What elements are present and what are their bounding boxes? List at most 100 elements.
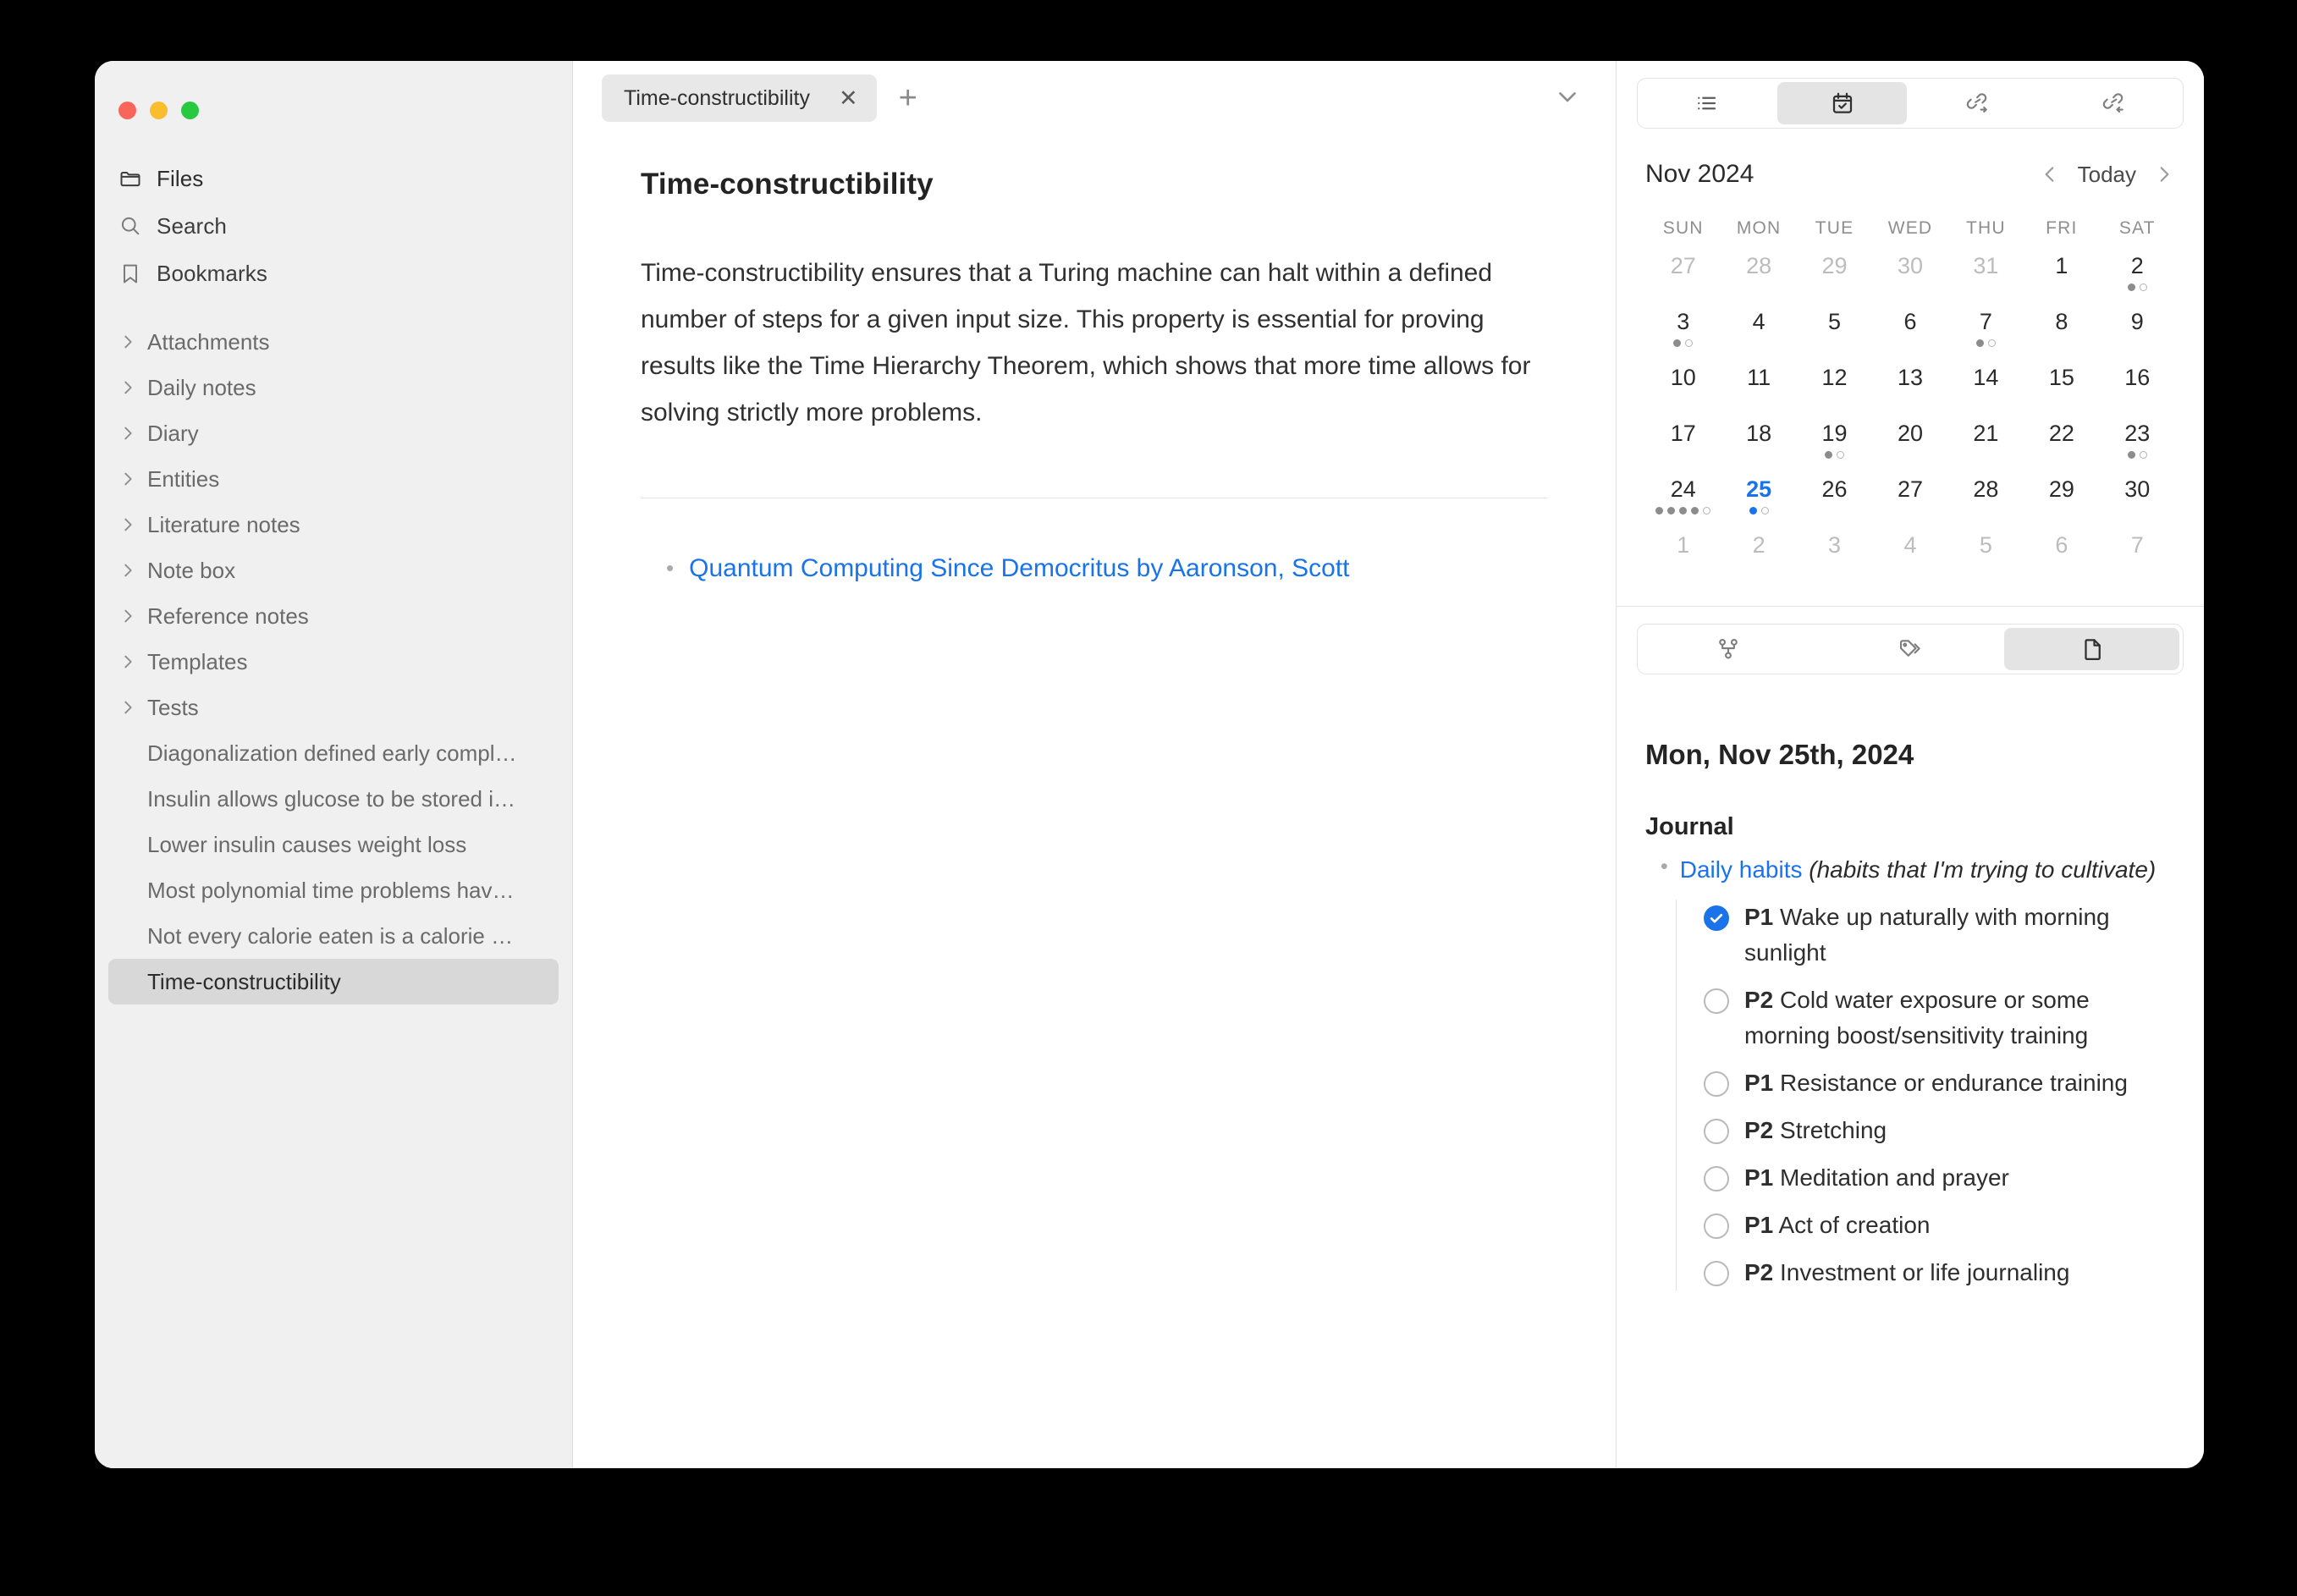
task-item[interactable]: P1 Resistance or endurance training bbox=[1704, 1065, 2175, 1101]
sidebar-folder-templates[interactable]: Templates bbox=[108, 639, 559, 685]
task-item[interactable]: P1 Meditation and prayer bbox=[1704, 1160, 2175, 1196]
sidebar-file-item[interactable]: Insulin allows glucose to be stored i… bbox=[108, 776, 559, 822]
journal-entry-note-text: (habits that I'm trying to cultivate) bbox=[1809, 856, 2157, 883]
calendar-day[interactable]: 12 bbox=[1797, 364, 1872, 420]
task-item[interactable]: P1 Act of creation bbox=[1704, 1208, 2175, 1243]
calendar-day[interactable]: 27 bbox=[1645, 252, 1721, 308]
checkbox-icon[interactable] bbox=[1704, 1261, 1729, 1287]
calendar-day[interactable]: 24 bbox=[1645, 476, 1721, 531]
calendar-day[interactable]: 5 bbox=[1948, 531, 2024, 587]
calendar-day[interactable]: 29 bbox=[1797, 252, 1872, 308]
sidebar-file-item[interactable]: Not every calorie eaten is a calorie … bbox=[108, 913, 559, 959]
sidebar-item-label: Bookmarks bbox=[157, 260, 267, 286]
calendar-day[interactable]: 3 bbox=[1797, 531, 1872, 587]
calendar-day[interactable]: 30 bbox=[1872, 252, 1947, 308]
calendar-day[interactable]: 29 bbox=[2024, 476, 2099, 531]
calendar-day[interactable]: 21 bbox=[1948, 420, 2024, 476]
tab-graph-view[interactable] bbox=[1641, 628, 1816, 670]
calendar-day[interactable]: 4 bbox=[1872, 531, 1947, 587]
sidebar-item-search[interactable]: Search bbox=[108, 202, 559, 250]
close-window-button[interactable] bbox=[118, 102, 136, 119]
tab-tags-view[interactable] bbox=[1823, 628, 1998, 670]
calendar-day-selected[interactable]: 25 bbox=[1721, 476, 1796, 531]
tab-incoming-links[interactable] bbox=[2050, 82, 2179, 124]
chevron-left-icon[interactable] bbox=[2039, 163, 2061, 185]
tab-document-view[interactable] bbox=[2004, 628, 2180, 670]
calendar-day[interactable]: 10 bbox=[1645, 364, 1721, 420]
calendar-day[interactable]: 8 bbox=[2024, 308, 2099, 364]
calendar-day[interactable]: 22 bbox=[2024, 420, 2099, 476]
reference-link[interactable]: Quantum Computing Since Democritus by Aa… bbox=[689, 554, 1349, 583]
sidebar-folder-tests[interactable]: Tests bbox=[108, 685, 559, 730]
calendar-day[interactable]: 6 bbox=[1872, 308, 1947, 364]
sidebar-folder-reference-notes[interactable]: Reference notes bbox=[108, 593, 559, 639]
calendar-day[interactable]: 15 bbox=[2024, 364, 2099, 420]
sidebar-folder-entities[interactable]: Entities bbox=[108, 456, 559, 502]
checkbox-checked-icon[interactable] bbox=[1704, 905, 1729, 932]
close-icon[interactable]: ✕ bbox=[839, 86, 858, 110]
checkbox-icon[interactable] bbox=[1704, 988, 1729, 1015]
calendar-day[interactable]: 30 bbox=[2100, 476, 2175, 531]
minimize-window-button[interactable] bbox=[150, 102, 168, 119]
daily-habits-link[interactable]: Daily habits bbox=[1680, 856, 1803, 883]
task-item[interactable]: P2 Investment or life journaling bbox=[1704, 1255, 2175, 1291]
calendar-day[interactable]: 13 bbox=[1872, 364, 1947, 420]
calendar-day[interactable]: 19 bbox=[1797, 420, 1872, 476]
checkbox-icon[interactable] bbox=[1704, 1119, 1729, 1145]
calendar-day[interactable]: 2 bbox=[2100, 252, 2175, 308]
zoom-window-button[interactable] bbox=[181, 102, 199, 119]
calendar-day[interactable]: 1 bbox=[2024, 252, 2099, 308]
document-paragraph: Time-constructibility ensures that a Tur… bbox=[641, 259, 1531, 427]
calendar-day[interactable]: 23 bbox=[2100, 420, 2175, 476]
calendar-day[interactable]: 18 bbox=[1721, 420, 1796, 476]
checkbox-icon[interactable] bbox=[1704, 1166, 1729, 1192]
task-item[interactable]: P1 Wake up naturally with morning sunlig… bbox=[1704, 900, 2175, 971]
sidebar-folder-daily-notes[interactable]: Daily notes bbox=[108, 365, 559, 410]
calendar-dot-filled bbox=[1667, 506, 1676, 515]
calendar-day[interactable]: 31 bbox=[1948, 252, 2024, 308]
calendar-day-dots bbox=[2127, 282, 2147, 292]
sidebar-file-item[interactable]: Lower insulin causes weight loss bbox=[108, 822, 559, 867]
calendar-day[interactable]: 7 bbox=[1948, 308, 2024, 364]
chevron-down-icon[interactable] bbox=[1553, 82, 1587, 115]
calendar-today-button[interactable]: Today bbox=[2078, 162, 2136, 188]
sidebar-folder-literature-notes[interactable]: Literature notes bbox=[108, 502, 559, 548]
task-item[interactable]: P2 Stretching bbox=[1704, 1113, 2175, 1148]
calendar-day[interactable]: 27 bbox=[1872, 476, 1947, 531]
calendar-day[interactable]: 7 bbox=[2100, 531, 2175, 587]
tab-list-view[interactable] bbox=[1641, 82, 1771, 124]
calendar-day[interactable]: 26 bbox=[1797, 476, 1872, 531]
calendar-day[interactable]: 4 bbox=[1721, 308, 1796, 364]
calendar-day[interactable]: 9 bbox=[2100, 308, 2175, 364]
sidebar-item-files[interactable]: Files bbox=[108, 155, 559, 202]
sidebar-folder-attachments[interactable]: Attachments bbox=[108, 319, 559, 365]
task-item[interactable]: P2 Cold water exposure or some morning b… bbox=[1704, 982, 2175, 1054]
tab-outgoing-links[interactable] bbox=[1914, 82, 2043, 124]
calendar-day[interactable]: 1 bbox=[1645, 531, 1721, 587]
new-tab-button[interactable]: + bbox=[899, 82, 917, 114]
calendar-day[interactable]: 3 bbox=[1645, 308, 1721, 364]
calendar-day[interactable]: 28 bbox=[1948, 476, 2024, 531]
sidebar-item-bookmarks[interactable]: Bookmarks bbox=[108, 250, 559, 297]
sidebar-file-item-selected[interactable]: Time-constructibility bbox=[108, 959, 559, 1004]
calendar-day[interactable]: 11 bbox=[1721, 364, 1796, 420]
calendar-day[interactable]: 2 bbox=[1721, 531, 1796, 587]
checkbox-icon[interactable] bbox=[1704, 1071, 1729, 1098]
calendar-day[interactable]: 20 bbox=[1872, 420, 1947, 476]
tab-time-constructibility[interactable]: Time-constructibility ✕ bbox=[602, 74, 877, 122]
calendar-day[interactable]: 28 bbox=[1721, 252, 1796, 308]
tab-calendar-view[interactable] bbox=[1777, 82, 1907, 124]
sidebar-folder-note-box[interactable]: Note box bbox=[108, 548, 559, 593]
folder-label: Tests bbox=[147, 694, 199, 720]
sidebar-file-item[interactable]: Most polynomial time problems hav… bbox=[108, 867, 559, 913]
calendar-day[interactable]: 17 bbox=[1645, 420, 1721, 476]
calendar-day[interactable]: 6 bbox=[2024, 531, 2099, 587]
sidebar-folder-diary[interactable]: Diary bbox=[108, 410, 559, 456]
chevron-right-icon[interactable] bbox=[2153, 163, 2175, 185]
calendar-day[interactable]: 14 bbox=[1948, 364, 2024, 420]
checkbox-icon[interactable] bbox=[1704, 1214, 1729, 1240]
calendar-day[interactable]: 5 bbox=[1797, 308, 1872, 364]
sidebar-file-item[interactable]: Diagonalization defined early compl… bbox=[108, 730, 559, 776]
calendar-day[interactable]: 16 bbox=[2100, 364, 2175, 420]
calendar-day-number: 8 bbox=[2055, 309, 2068, 334]
